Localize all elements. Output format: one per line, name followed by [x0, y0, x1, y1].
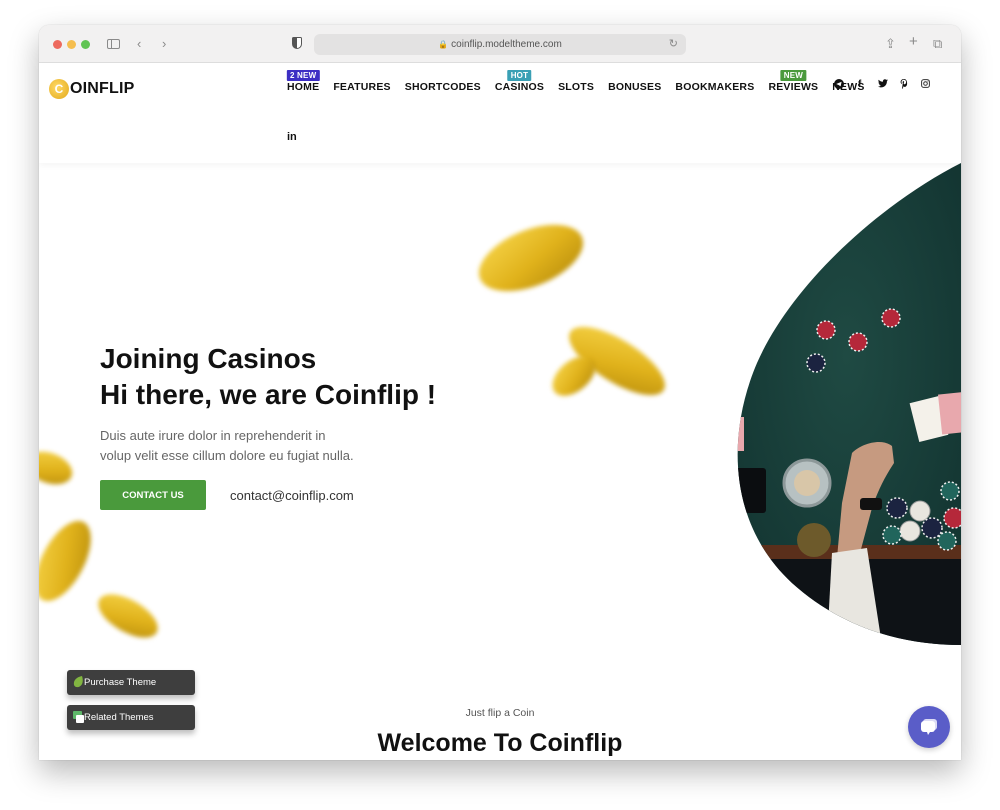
url-text: coinflip.modeltheme.com: [451, 39, 562, 50]
decorative-coin: [39, 445, 77, 491]
address-bar[interactable]: 🔒 coinflip.modeltheme.com ↻: [314, 34, 686, 55]
nav-home-label: HOME: [287, 81, 320, 93]
purchase-theme-label: Purchase Theme: [84, 677, 157, 688]
nav-badge-hot: HOT: [507, 70, 532, 81]
linkedin-icon[interactable]: in: [287, 131, 297, 143]
instagram-icon[interactable]: [921, 79, 930, 91]
reload-icon[interactable]: ↻: [669, 34, 678, 55]
contact-email-link[interactable]: contact@coinflip.com: [230, 488, 354, 503]
hero-title: Joining Casinos Hi there, we are Coinfli…: [100, 341, 436, 413]
site-header: C OINFLIP 2 NEW HOME FEATURES SHORTCODES…: [39, 63, 961, 163]
telegram-icon[interactable]: [834, 79, 844, 92]
lock-icon: 🔒: [438, 40, 449, 49]
pinterest-icon[interactable]: [900, 79, 908, 92]
envato-leaf-icon: [73, 676, 83, 688]
chat-button[interactable]: [908, 706, 950, 748]
nav-shortcodes[interactable]: SHORTCODES: [405, 81, 481, 93]
hero-casino-image: [737, 163, 961, 645]
nav-slots[interactable]: SLOTS: [558, 81, 594, 93]
purchase-theme-button[interactable]: Purchase Theme: [67, 670, 195, 695]
decorative-coin: [469, 211, 593, 305]
nav-badge-new: 2 NEW: [286, 70, 320, 81]
hero-title-line1: Joining Casinos: [100, 343, 317, 374]
welcome-subtitle: Just flip a Coin: [465, 707, 535, 719]
nav-casinos[interactable]: HOT CASINOS: [494, 70, 545, 93]
sidebar-toggle-icon[interactable]: [107, 39, 120, 49]
nav-slots-label: SLOTS: [558, 81, 595, 93]
nav-reviews-label: REVIEWS: [768, 81, 819, 93]
nav-shortcodes-label: SHORTCODES: [404, 81, 481, 93]
browser-window: ‹ › 🔒 coinflip.modeltheme.com ↻ ⇪ + ⧉ C O…: [39, 25, 961, 760]
logo-text: OINFLIP: [70, 80, 135, 97]
twitter-icon[interactable]: [878, 79, 888, 91]
nav-bonuses-label: BONUSES: [608, 81, 662, 93]
welcome-title: Welcome To Coinflip: [377, 729, 623, 757]
nav-badge-new: NEW: [780, 70, 806, 81]
hero-title-line2: Hi there, we are Coinflip !: [100, 379, 437, 410]
nav-bookmakers[interactable]: BOOKMAKERS: [675, 81, 754, 93]
browser-toolbar: ‹ › 🔒 coinflip.modeltheme.com ↻ ⇪ + ⧉: [39, 25, 961, 63]
back-icon[interactable]: ‹: [137, 35, 141, 53]
privacy-shield-icon[interactable]: [292, 37, 302, 49]
main-nav: 2 NEW HOME FEATURES SHORTCODES HOT CASIN…: [286, 70, 879, 93]
nav-reviews[interactable]: NEW REVIEWS: [768, 70, 819, 93]
maximize-window-button[interactable]: [81, 40, 90, 49]
nav-bonuses[interactable]: BONUSES: [608, 81, 661, 93]
nav-features[interactable]: FEATURES: [333, 81, 390, 93]
facebook-icon[interactable]: f: [858, 79, 861, 90]
close-window-button[interactable]: [53, 40, 62, 49]
tab-overview-icon[interactable]: ⧉: [933, 35, 942, 53]
share-icon[interactable]: ⇪: [885, 35, 896, 53]
nav-features-label: FEATURES: [333, 81, 391, 93]
nav-home[interactable]: 2 NEW HOME: [286, 70, 320, 93]
hero-desc-line2: volup velit esse cillum dolore eu fugiat…: [100, 448, 354, 463]
nav-bookmakers-label: BOOKMAKERS: [675, 81, 755, 93]
new-tab-icon[interactable]: +: [909, 33, 918, 51]
hero-description: Duis aute irure dolor in reprehenderit i…: [100, 426, 354, 466]
logo-coin-icon: C: [49, 79, 69, 99]
nav-casinos-label: CASINOS: [494, 81, 545, 93]
site-logo[interactable]: C OINFLIP: [49, 79, 135, 99]
contact-us-button[interactable]: CONTACT US: [100, 480, 206, 510]
chat-bubble-icon: [921, 719, 937, 735]
decorative-coin: [91, 585, 165, 647]
decorative-coin: [39, 512, 103, 610]
hero-desc-line1: Duis aute irure dolor in reprehenderit i…: [100, 428, 326, 443]
minimize-window-button[interactable]: [67, 40, 76, 49]
forward-icon[interactable]: ›: [162, 35, 166, 53]
